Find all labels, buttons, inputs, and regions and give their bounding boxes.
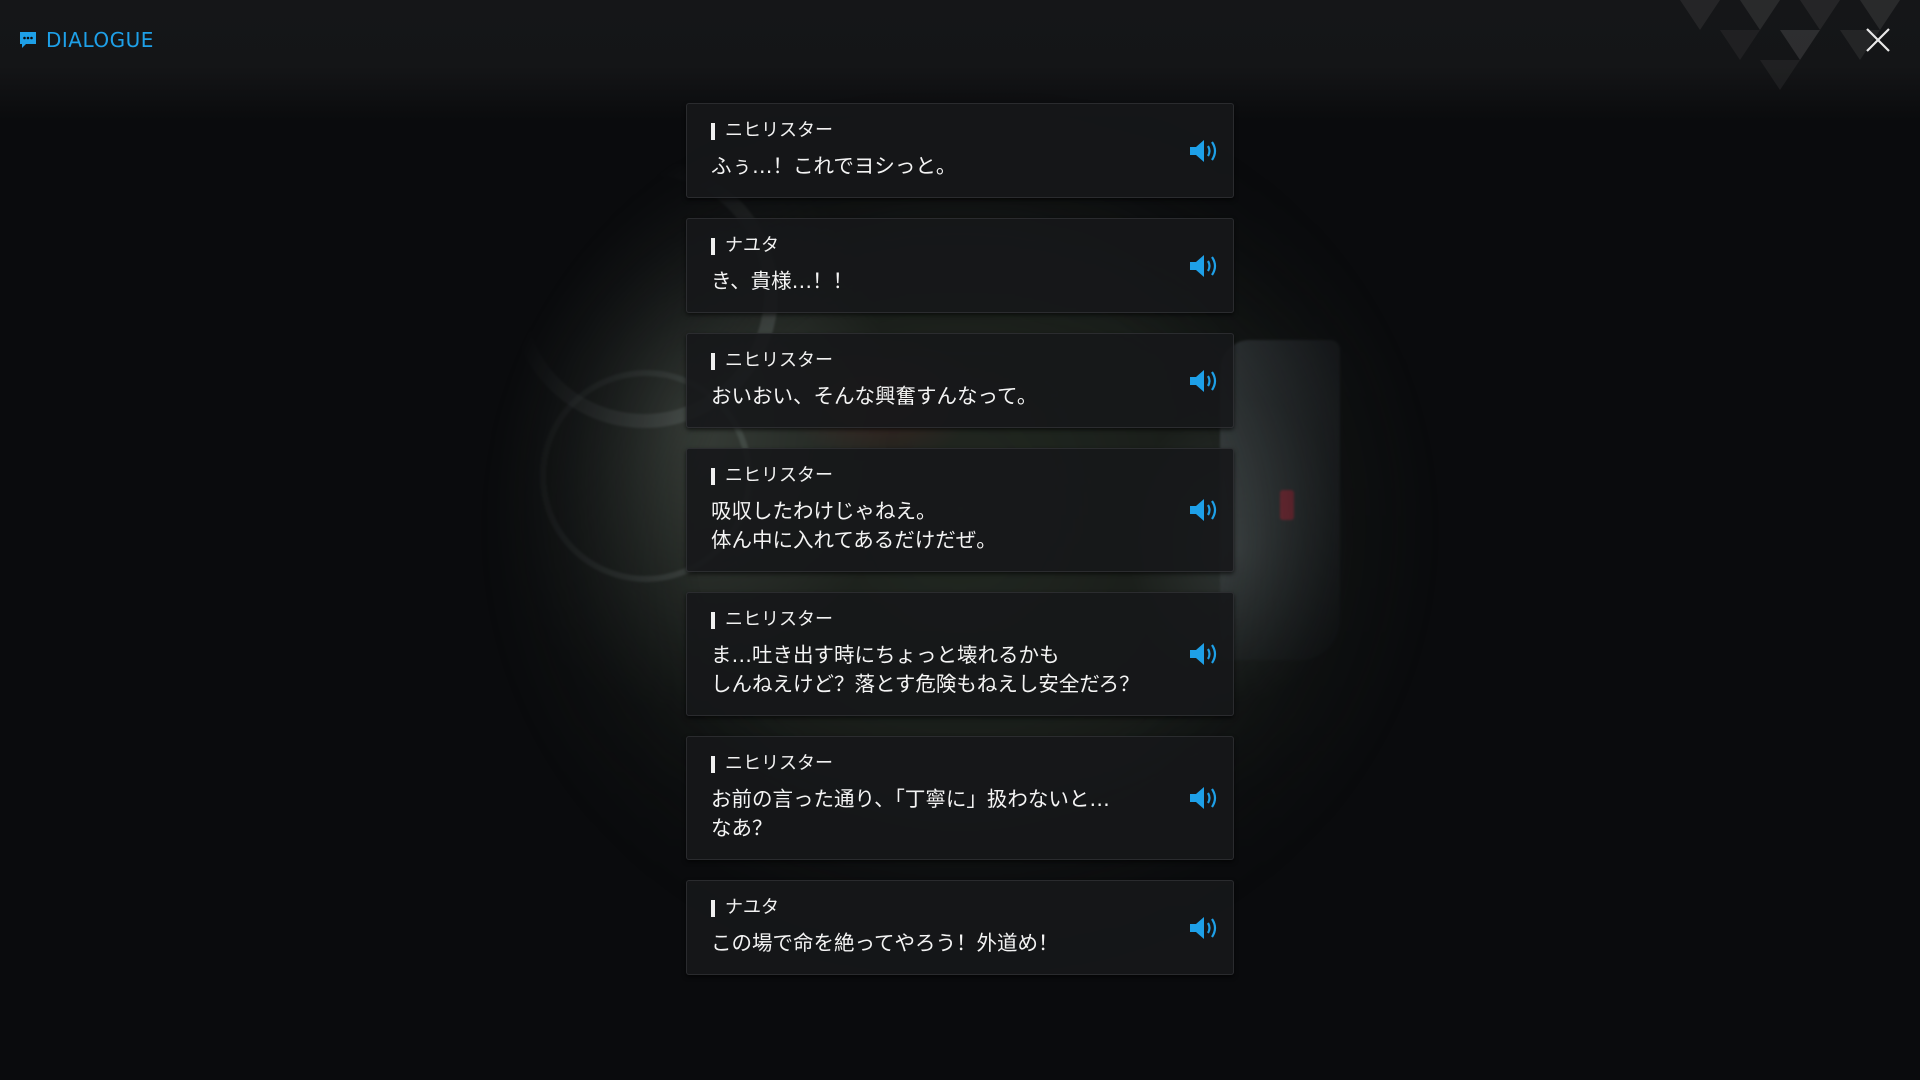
- speaker-label: ニヒリスター: [725, 753, 833, 774]
- dialogue-entry: ニヒリスター吸収したわけじゃねえ。体ん中に入れてあるだけだぜ。: [686, 448, 1234, 572]
- speaker-name: ニヒリスター: [711, 120, 1143, 142]
- dialogue-text: この場で命を絶ってやろう！外道め！: [711, 929, 1143, 958]
- dialogue-log-screen: DIALOGUE ニヒリスター ふぅ…！これでヨシっと。 ナユタ き、貴様…！！ ニヒリ…: [0, 0, 1920, 1080]
- dialogue-text: き、貴様…！！: [711, 267, 1143, 296]
- speaker-name: ニヒリスター: [711, 465, 1143, 487]
- dialogue-text-line: おいおい、そんな興奮すんなって。: [711, 384, 1038, 408]
- speaker-label: ナユタ: [725, 897, 779, 918]
- speaker-marker: [711, 237, 715, 255]
- dialogue-text: 吸収したわけじゃねえ。体ん中に入れてあるだけだぜ。: [711, 497, 1143, 555]
- dialogue-text-line: この場で命を絶ってやろう！外道め！: [711, 931, 1059, 955]
- speaker-volume-icon[interactable]: [1187, 639, 1223, 669]
- speaker-volume-icon[interactable]: [1187, 366, 1223, 396]
- backdrop-mech-light: [1280, 490, 1294, 520]
- dialogue-text-line: 吸収したわけじゃねえ。: [711, 499, 937, 523]
- dialogue-text-line: き、貴様…！！: [711, 269, 854, 293]
- speaker-marker: [711, 899, 715, 917]
- speaker-name: ニヒリスター: [711, 753, 1143, 775]
- speaker-volume-icon[interactable]: [1187, 913, 1223, 943]
- dialogue-text-line: ま…吐き出す時にちょっと壊れるかも: [711, 643, 1060, 667]
- close-icon[interactable]: [1862, 24, 1894, 56]
- speaker-marker: [711, 611, 715, 629]
- dialogue-entry: ニヒリスターふぅ…！これでヨシっと。: [686, 103, 1234, 198]
- speaker-volume-icon[interactable]: [1187, 783, 1223, 813]
- dialogue-text: ふぅ…！これでヨシっと。: [711, 152, 1143, 181]
- speaker-marker: [711, 352, 715, 370]
- dialogue-text: お前の言った通り、「丁寧に」扱わないと… なあ？: [711, 785, 1143, 843]
- dialogue-entry: ニヒリスターおいおい、そんな興奮すんなって。: [686, 333, 1234, 428]
- dialogue-text: おいおい、そんな興奮すんなって。: [711, 382, 1143, 411]
- header-bar: DIALOGUE: [0, 0, 1920, 120]
- speaker-name: ナユタ: [711, 235, 1143, 257]
- speaker-marker: [711, 467, 715, 485]
- dialogue-text-line: ふぅ…！これでヨシっと。: [711, 154, 957, 178]
- dialogue-text: ま…吐き出す時にちょっと壊れるかもしんねえけど？落とす危険もねえし安全だろ？: [711, 641, 1143, 699]
- speaker-marker: [711, 122, 715, 140]
- dialogue-text-line: 体ん中に入れてあるだけだぜ。: [711, 528, 997, 552]
- speaker-label: ニヒリスター: [725, 350, 833, 371]
- dialogue-text-line: なあ？: [711, 816, 773, 840]
- dialogue-log-list[interactable]: ニヒリスター ふぅ…！これでヨシっと。 ナユタ き、貴様…！！ ニヒリスター おいおい、そ…: [686, 103, 1234, 995]
- speaker-name: ニヒリスター: [711, 609, 1143, 631]
- speaker-name: ニヒリスター: [711, 350, 1143, 372]
- speaker-label: ニヒリスター: [725, 465, 833, 486]
- dialogue-entry: ナユタこの場で命を絶ってやろう！外道め！: [686, 880, 1234, 975]
- dialogue-text-line: お前の言った通り、「丁寧に」扱わないと…: [711, 787, 1110, 811]
- dialogue-entry: ナユタき、貴様…！！: [686, 218, 1234, 313]
- speaker-label: ナユタ: [725, 235, 779, 256]
- dialogue-title: DIALOGUE: [18, 28, 154, 52]
- dialogue-text-line: しんねえけど？落とす危険もねえし安全だろ？: [711, 672, 1140, 696]
- speaker-volume-icon[interactable]: [1187, 136, 1223, 166]
- dialogue-entry: ニヒリスターお前の言った通り、「丁寧に」扱わないと… なあ？: [686, 736, 1234, 860]
- speaker-volume-icon[interactable]: [1187, 251, 1223, 281]
- dialogue-entry: ニヒリスターま…吐き出す時にちょっと壊れるかもしんねえけど？落とす危険もねえし安…: [686, 592, 1234, 716]
- speaker-marker: [711, 755, 715, 773]
- speaker-volume-icon[interactable]: [1187, 495, 1223, 525]
- dialogue-title-label: DIALOGUE: [46, 28, 154, 52]
- speaker-label: ニヒリスター: [725, 609, 833, 630]
- chat-bubble-icon: [20, 32, 36, 48]
- speaker-name: ナユタ: [711, 897, 1143, 919]
- speaker-label: ニヒリスター: [725, 120, 833, 141]
